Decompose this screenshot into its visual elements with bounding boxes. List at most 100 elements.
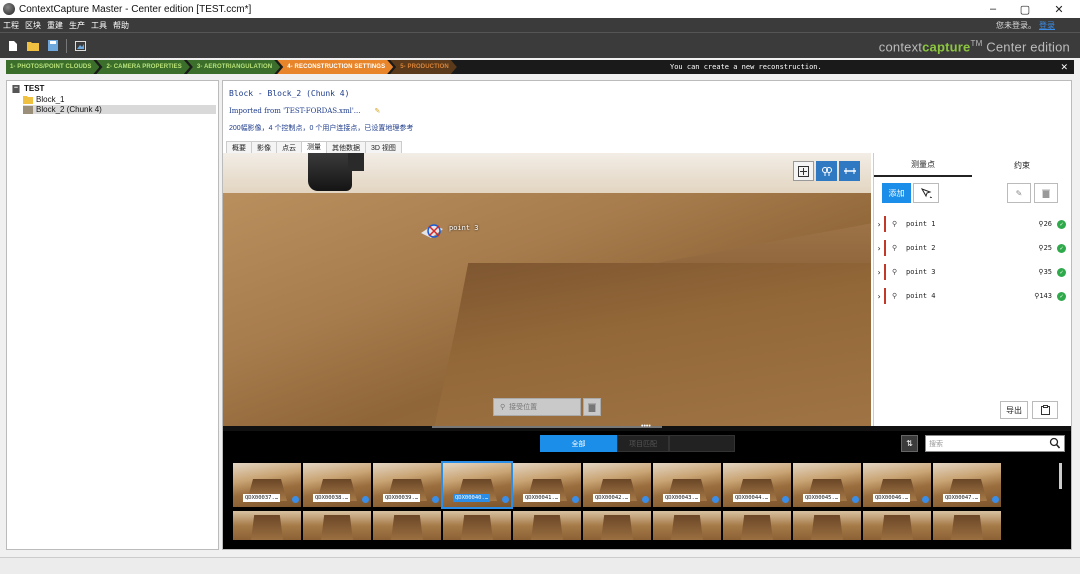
photo-thumbnail[interactable] (303, 511, 371, 540)
block-icon (23, 105, 33, 114)
photo-thumbnail[interactable]: QDX00042.… (583, 463, 651, 507)
photo-thumbnail[interactable] (373, 511, 441, 540)
delete-position-button[interactable] (583, 398, 601, 416)
photo-thumbnail[interactable] (863, 511, 931, 540)
photo-thumbnail[interactable]: QDX00039.… (373, 463, 441, 507)
maximize-button[interactable]: ▢ (1008, 0, 1042, 18)
photo-boot-heel (348, 153, 364, 171)
tab-2[interactable]: 点云 (276, 141, 302, 153)
edit-point-button[interactable]: ✎ (1007, 183, 1031, 203)
photo-count: ⚲35 (1038, 268, 1052, 276)
menu-produce[interactable]: 生产 (69, 20, 85, 31)
minimize-button[interactable]: – (976, 0, 1010, 18)
measure-tool-button[interactable] (839, 161, 860, 181)
point-marker-icon[interactable] (421, 223, 447, 239)
title-bar: ContextCapture Master - Center edition [… (0, 0, 1080, 18)
photo-thumbnail[interactable] (933, 511, 1001, 540)
save-icon[interactable] (46, 39, 60, 53)
photo-thumbnail[interactable]: QDX00047.… (933, 463, 1001, 507)
menu-project[interactable]: 工程 (3, 20, 19, 31)
delete-point-button[interactable] (1034, 183, 1058, 203)
photo-thumbnail[interactable]: QDX00037.… (233, 463, 301, 507)
menu-tools[interactable]: 工具 (91, 20, 107, 31)
tree-item-block-1[interactable]: Block_1 (23, 95, 64, 104)
tree-item-block-2[interactable]: Block_2 (Chunk 4) (23, 105, 216, 114)
photo-search-input[interactable]: 搜索 (925, 435, 1065, 452)
photo-viewer[interactable]: point 3 ⚲ 接受位置 (223, 153, 871, 426)
step-3[interactable]: 3- AEROTRIANGULATION (187, 60, 280, 74)
photo-status-icon (432, 496, 439, 503)
photo-thumbnail[interactable] (583, 511, 651, 540)
photo-status-icon (362, 496, 369, 503)
add-point-button[interactable]: 添加 (882, 183, 911, 203)
expand-chevron-icon[interactable]: › (874, 220, 884, 229)
accept-position-button[interactable]: ⚲ 接受位置 (493, 398, 581, 416)
tab-5[interactable]: 3D 视图 (365, 141, 402, 153)
step-2[interactable]: 2- CAMERA PROPERTIES (96, 60, 189, 74)
photo-thumbnail[interactable] (793, 511, 861, 540)
photo-thumbnail[interactable] (653, 511, 721, 540)
survey-point-row[interactable]: › ⚲ point 4 ⚲143 ✓ (874, 287, 1070, 305)
filter-project-match[interactable]: 项目匹配 (617, 435, 669, 452)
filter-in-use[interactable] (669, 435, 735, 452)
tab-survey-points[interactable]: 测量点 (874, 153, 972, 177)
pin-icon: ⚲ (892, 292, 898, 300)
brand-logo: contextcaptureTM Center edition (878, 39, 1070, 55)
marker-label: point 3 (449, 224, 479, 232)
login-link[interactable]: 登录 (1039, 21, 1055, 30)
photo-thumbnail[interactable]: QDX00040.… (441, 461, 513, 509)
open-folder-icon[interactable] (26, 39, 40, 53)
new-file-icon[interactable] (6, 39, 20, 53)
survey-point-row[interactable]: › ⚲ point 2 ⚲25 ✓ (874, 239, 1070, 257)
photo-thumbnail[interactable] (443, 511, 511, 540)
copy-button[interactable] (1032, 401, 1058, 419)
folder-icon (23, 95, 33, 104)
close-button[interactable]: ✕ (1042, 0, 1076, 18)
expand-chevron-icon[interactable]: › (874, 268, 884, 277)
image-icon[interactable] (73, 39, 87, 53)
trash-icon (588, 403, 596, 412)
pick-tool-button[interactable] (913, 183, 939, 203)
menu-help[interactable]: 帮助 (113, 20, 129, 31)
tab-4[interactable]: 其他数据 (326, 141, 366, 153)
splitter-grip[interactable] (432, 426, 662, 428)
measurement-panel: 测量点 约束 添加 ✎ › ⚲ point 1 ⚲26 ✓ › ⚲ point 2 ⚲25 ✓ › ⚲… (873, 153, 1070, 426)
tab-3[interactable]: 测量 (301, 141, 327, 153)
photo-thumbnail[interactable] (513, 511, 581, 540)
photo-thumbnail[interactable] (233, 511, 301, 540)
tab-1[interactable]: 影像 (251, 141, 277, 153)
pin-icon: ⚲ (892, 244, 898, 252)
tree-root[interactable]: TEST (11, 84, 44, 93)
survey-point-row[interactable]: › ⚲ point 3 ⚲35 ✓ (874, 263, 1070, 281)
photo-thumbnail[interactable] (723, 511, 791, 540)
menu-reconstruct[interactable]: 重建 (47, 20, 63, 31)
sort-icon[interactable]: ⇅ (901, 435, 918, 452)
photo-thumbnail[interactable]: QDX00045.… (793, 463, 861, 507)
filter-all[interactable]: 全部 (540, 435, 617, 452)
photo-thumbnail[interactable]: QDX00041.… (513, 463, 581, 507)
point-name: point 3 (906, 268, 936, 276)
point-overlay-button[interactable] (816, 161, 837, 181)
close-steps-icon[interactable]: ✕ (1060, 62, 1068, 73)
export-button[interactable]: 导出 (1000, 401, 1028, 419)
photo-status-icon (922, 496, 929, 503)
expand-chevron-icon[interactable]: › (874, 244, 884, 253)
photo-name: QDX00039.… (383, 494, 421, 502)
photo-thumbnail[interactable]: QDX00038.… (303, 463, 371, 507)
tab-0[interactable]: 概要 (226, 141, 252, 153)
photo-thumbnail[interactable]: QDX00046.… (863, 463, 931, 507)
edit-pencil-icon[interactable]: ✎ (374, 107, 380, 115)
survey-point-row[interactable]: › ⚲ point 1 ⚲26 ✓ (874, 215, 1070, 233)
menu-block[interactable]: 区块 (25, 20, 41, 31)
expand-chevron-icon[interactable]: › (874, 292, 884, 301)
pin-icon: ⚲ (892, 220, 898, 228)
project-tree: TEST Block_1 Block_2 (Chunk 4) (6, 80, 219, 550)
step-5[interactable]: 5- PRODUCTION (390, 60, 457, 74)
fit-view-button[interactable] (793, 161, 814, 181)
tab-constraints[interactable]: 约束 (973, 153, 1071, 177)
photo-thumbnail[interactable]: QDX00044.… (723, 463, 791, 507)
thumbnail-scrollbar[interactable] (1059, 463, 1062, 489)
step-1[interactable]: 1- PHOTOS/POINT CLOUDS (6, 60, 99, 74)
step-4[interactable]: 4- RECONSTRUCTION SETTINGS (277, 60, 393, 74)
photo-thumbnail[interactable]: QDX00043.… (653, 463, 721, 507)
